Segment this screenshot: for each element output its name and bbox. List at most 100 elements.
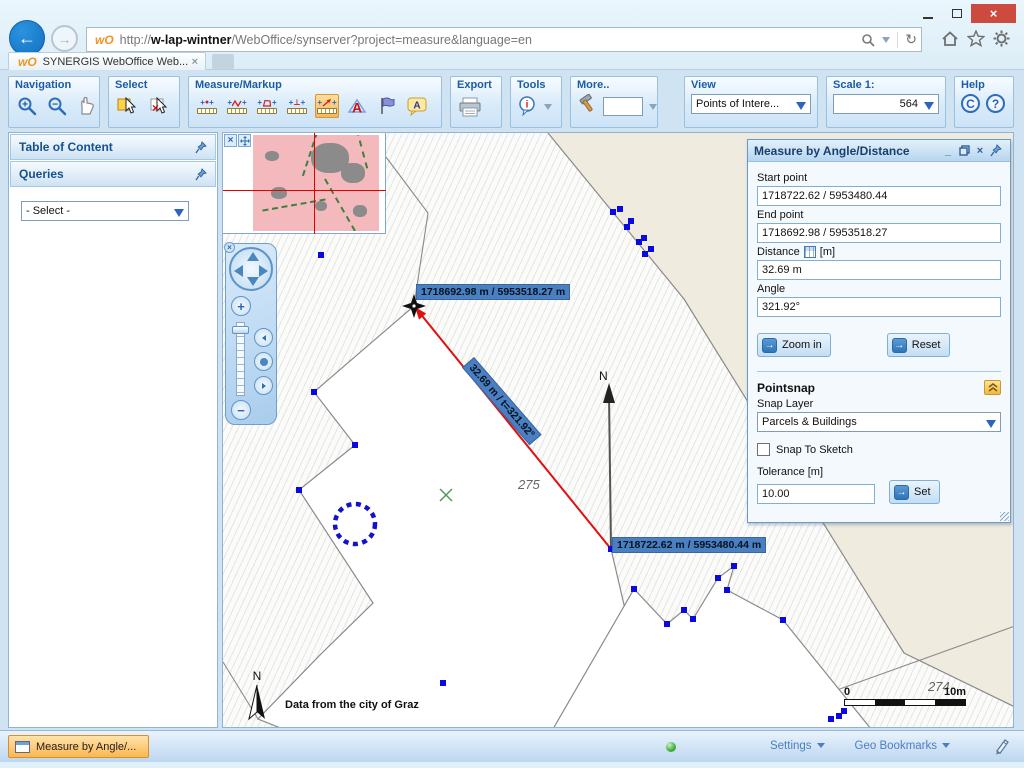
- address-bar[interactable]: wO http://w-lap-wintner/WebOffice/synser…: [86, 27, 922, 52]
- redline-pen-button[interactable]: [993, 738, 1010, 761]
- markup-note-tool[interactable]: A: [405, 94, 429, 118]
- new-tab-button[interactable]: [212, 54, 234, 69]
- geo-bookmarks-menu[interactable]: Geo Bookmarks: [855, 739, 950, 752]
- chevron-down-icon: [817, 743, 825, 752]
- refresh-icon[interactable]: ↻: [905, 31, 917, 48]
- markup-text-tool[interactable]: A: [345, 94, 369, 118]
- query-select[interactable]: - Select -: [21, 201, 189, 221]
- set-button[interactable]: →Set: [889, 480, 940, 504]
- url-text[interactable]: http://w-lap-wintner/WebOffice/synserver…: [120, 33, 856, 47]
- markup-flag-tool[interactable]: [375, 94, 399, 118]
- panel-minimize-button[interactable]: _: [940, 143, 956, 159]
- north-reference-letter: N: [599, 369, 608, 383]
- pointsnap-collapse-button[interactable]: [984, 380, 1001, 395]
- overview-map[interactable]: ×: [223, 133, 386, 234]
- help-button[interactable]: ?: [986, 94, 1005, 113]
- previous-extent-button[interactable]: [254, 328, 273, 347]
- overview-close-button[interactable]: ×: [224, 134, 237, 147]
- measure-angle-distance-tool[interactable]: ++: [315, 94, 339, 118]
- print-button[interactable]: [457, 94, 483, 118]
- map-viewport[interactable]: 1718692.98 m / 5953518.27 m 32.69 m / t=…: [222, 132, 1014, 728]
- browser-forward-button[interactable]: →: [51, 25, 78, 52]
- view-select[interactable]: Points of Intere...: [691, 94, 811, 114]
- full-extent-button[interactable]: [254, 352, 273, 371]
- pan-right-arrow[interactable]: [259, 265, 268, 277]
- parcel-number-275: 275: [518, 477, 540, 492]
- window-close-button[interactable]: ×: [971, 4, 1016, 23]
- tab-close-icon[interactable]: ×: [190, 56, 200, 68]
- measure-area-tool[interactable]: ++: [255, 94, 279, 118]
- pan-hand-tool[interactable]: [75, 94, 99, 118]
- screen: × ← → wO http://w-lap-wintner/WebOffice/…: [0, 0, 1024, 768]
- navigation-widget-close-button[interactable]: ×: [224, 242, 235, 253]
- pan-down-arrow[interactable]: [247, 277, 259, 286]
- reset-button[interactable]: →Reset: [887, 333, 950, 357]
- browser-tab[interactable]: wO SYNERGIS WebOffice Web... ×: [8, 52, 206, 70]
- query-select-value: - Select -: [26, 205, 70, 217]
- measure-line-tool[interactable]: ++: [225, 94, 249, 118]
- unit-converter-icon[interactable]: [804, 246, 816, 258]
- context-help-button[interactable]: C: [961, 94, 980, 113]
- scale-select[interactable]: 564: [833, 94, 939, 114]
- search-icon[interactable]: [861, 33, 875, 47]
- snap-to-sketch-checkbox[interactable]: [757, 443, 770, 456]
- measure-panel-titlebar[interactable]: Measure by Angle/Distance _ ×: [748, 140, 1010, 162]
- measure-point-tool[interactable]: +●+: [195, 94, 219, 118]
- zoom-in-button[interactable]: →Zoom in: [757, 333, 831, 357]
- toolbar-group-help: Help C ?: [954, 76, 1014, 128]
- minimized-window-task-button[interactable]: Measure by Angle/...: [8, 735, 149, 758]
- measure-perpendicular-tool[interactable]: +⊥+: [285, 94, 309, 118]
- search-dropdown-caret[interactable]: [882, 37, 890, 47]
- identify-tool[interactable]: i: [517, 94, 538, 118]
- favorites-star-icon[interactable]: [967, 30, 985, 47]
- zoom-in-tool[interactable]: +: [15, 94, 39, 118]
- pan-up-arrow[interactable]: [247, 252, 259, 261]
- chevron-down-icon: [924, 102, 934, 115]
- pin-icon[interactable]: [195, 168, 207, 181]
- panel-close-button[interactable]: ×: [972, 143, 988, 159]
- zoom-slider-handle[interactable]: [232, 326, 249, 334]
- select-tool[interactable]: [115, 94, 139, 118]
- chevron-down-icon: [174, 209, 184, 222]
- start-point-field[interactable]: [757, 186, 1001, 206]
- panel-restore-button[interactable]: [956, 143, 972, 159]
- more-dropdown-caret[interactable]: [649, 104, 657, 114]
- forward-arrow-icon: →: [58, 31, 72, 47]
- panel-pin-button[interactable]: [988, 143, 1004, 159]
- svg-text:×: ×: [152, 101, 159, 115]
- settings-menu[interactable]: Settings: [770, 739, 825, 752]
- settings-gear-icon[interactable]: [993, 30, 1010, 47]
- overview-move-button[interactable]: [238, 134, 251, 147]
- snap-layer-select[interactable]: Parcels & Buildings: [757, 412, 1001, 432]
- hammer-icon[interactable]: [577, 94, 597, 119]
- tolerance-field[interactable]: [757, 484, 875, 504]
- zoom-out-tool[interactable]: −: [45, 94, 69, 118]
- pin-icon[interactable]: [195, 141, 207, 154]
- window-minimize-button[interactable]: [913, 4, 942, 23]
- angle-field[interactable]: [757, 297, 1001, 317]
- toolbar-group-navigation: Navigation + −: [8, 76, 100, 128]
- pan-compass[interactable]: [229, 247, 273, 291]
- end-point-field[interactable]: [757, 223, 1001, 243]
- pan-left-arrow[interactable]: [234, 265, 243, 277]
- sidebar-item-queries[interactable]: Queries: [10, 161, 216, 187]
- home-icon[interactable]: [941, 31, 959, 47]
- sidebar-item-table-of-content[interactable]: Table of Content: [10, 134, 216, 160]
- start-point-label: Start point: [757, 172, 1001, 184]
- map-navigation-widget[interactable]: × + −: [225, 243, 277, 425]
- zoom-in-button[interactable]: +: [231, 296, 251, 316]
- next-extent-button[interactable]: [254, 376, 273, 395]
- more-tools-input[interactable]: [603, 97, 643, 116]
- distance-field[interactable]: [757, 260, 1001, 280]
- overview-map-image[interactable]: [253, 135, 379, 231]
- end-point-label: End point: [757, 209, 1001, 221]
- clear-selection-tool[interactable]: ×: [145, 94, 169, 118]
- zoom-out-button[interactable]: −: [231, 400, 251, 420]
- pen-icon: [993, 738, 1010, 756]
- full-extent-icon: [260, 358, 268, 366]
- panel-resize-grip[interactable]: [1000, 512, 1009, 521]
- window-maximize-button[interactable]: [942, 4, 971, 23]
- browser-back-button[interactable]: ←: [9, 20, 45, 56]
- tools-dropdown-caret[interactable]: [544, 104, 552, 114]
- scale-select-value: 564: [900, 98, 918, 110]
